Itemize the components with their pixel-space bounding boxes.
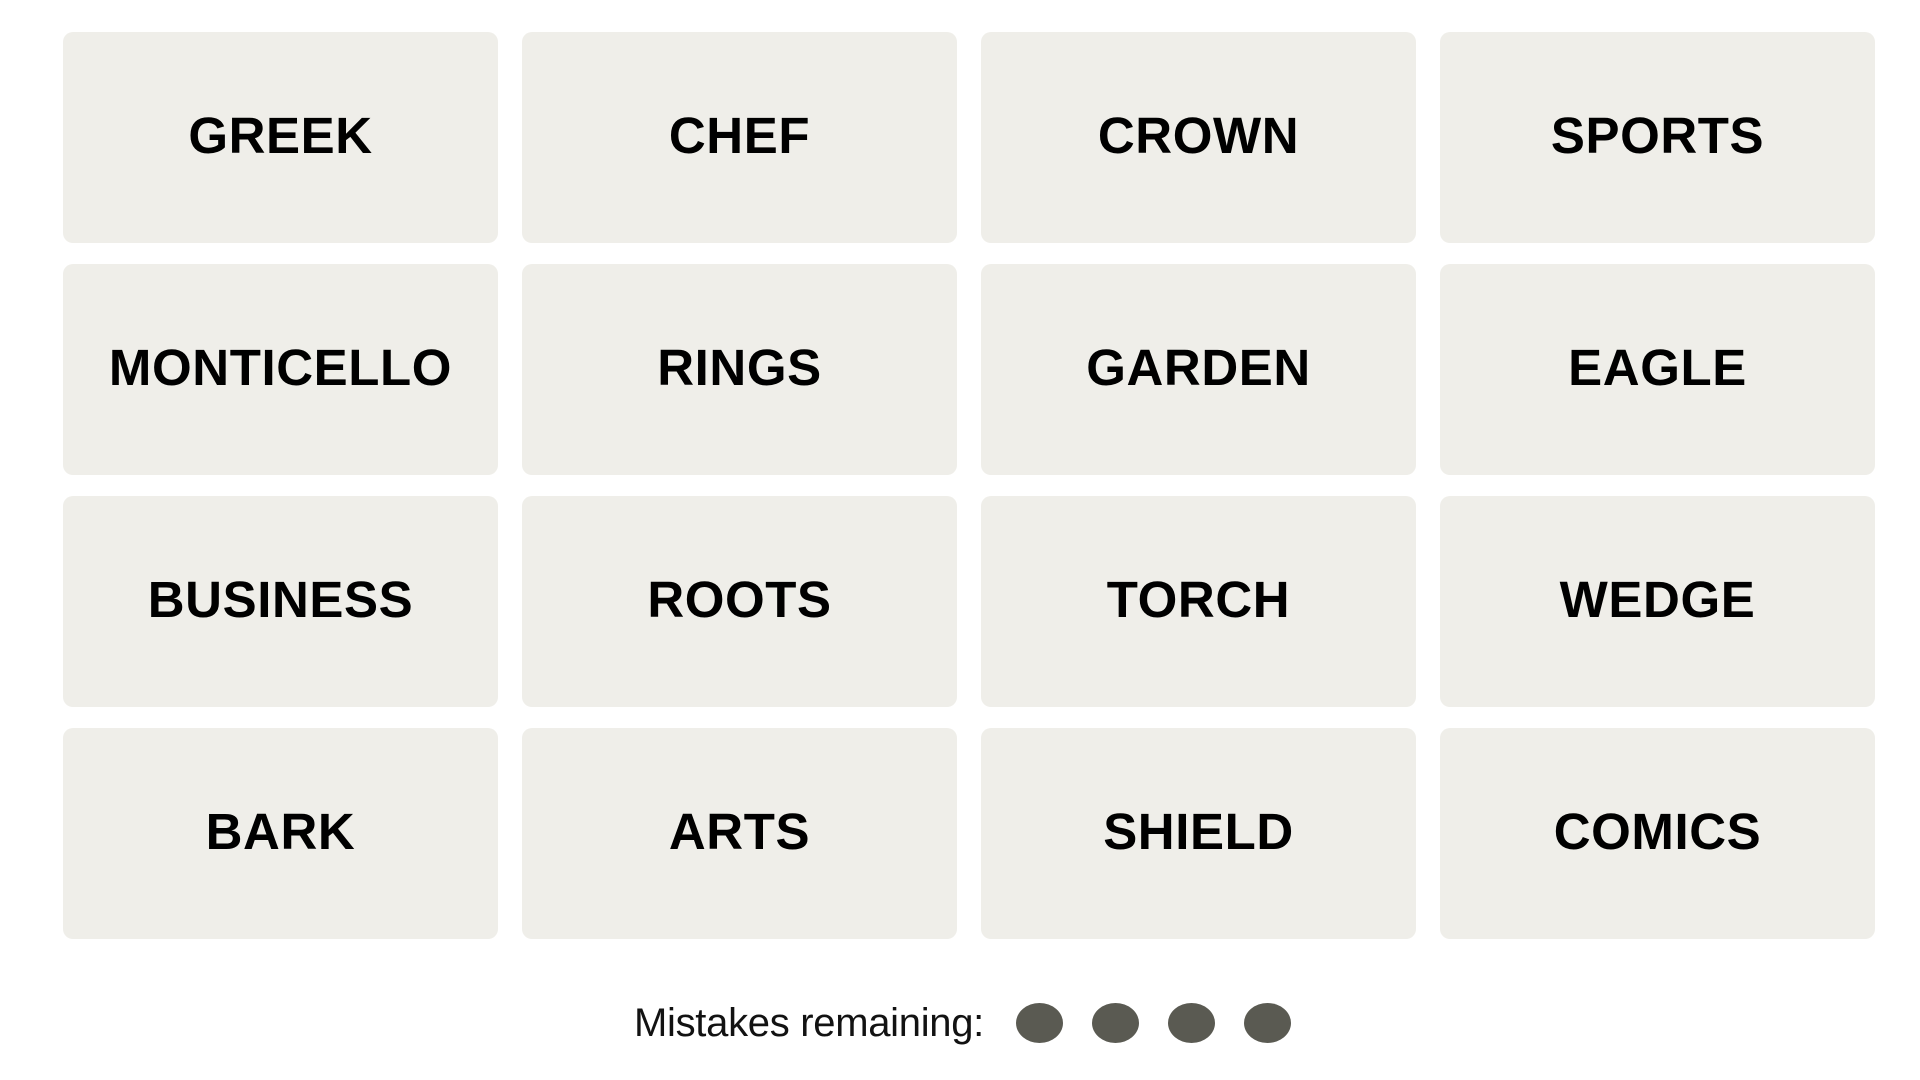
word-tile[interactable]: BUSINESS [63, 496, 498, 707]
word-tile[interactable]: MONTICELLO [63, 264, 498, 475]
word-tile-label: BUSINESS [147, 571, 414, 628]
word-tile[interactable]: BARK [63, 728, 498, 939]
word-tile[interactable]: RINGS [522, 264, 957, 475]
word-tile[interactable]: EAGLE [1440, 264, 1875, 475]
word-tile-label: BARK [205, 803, 356, 860]
word-tile[interactable]: CHEF [522, 32, 957, 243]
word-tile-label: ARTS [668, 803, 811, 860]
word-tile-label: WEDGE [1559, 571, 1756, 628]
mistake-dot-icon [1015, 1003, 1063, 1043]
mistake-dot-icon [1167, 1003, 1215, 1043]
word-grid: GREEK CHEF CROWN SPORTS MONTICELLO RINGS… [63, 32, 1875, 939]
word-tile[interactable]: TORCH [981, 496, 1416, 707]
word-tile[interactable]: GREEK [63, 32, 498, 243]
word-tile-label: GREEK [188, 107, 373, 164]
mistakes-remaining-label: Mistakes remaining: [634, 1000, 984, 1045]
word-tile[interactable]: SPORTS [1440, 32, 1875, 243]
word-tile-label: TORCH [1106, 571, 1291, 628]
word-tile-label: EAGLE [1568, 339, 1747, 396]
mistakes-remaining-indicator: Mistakes remaining: [0, 998, 1920, 1048]
word-tile-label: MONTICELLO [108, 339, 453, 396]
word-tile[interactable]: WEDGE [1440, 496, 1875, 707]
word-tile-label: CROWN [1097, 107, 1300, 164]
word-tile[interactable]: GARDEN [981, 264, 1416, 475]
word-tile-label: GARDEN [1086, 339, 1311, 396]
mistake-dot-icon [1243, 1003, 1291, 1043]
word-tile[interactable]: COMICS [1440, 728, 1875, 939]
mistake-dots [1015, 1003, 1291, 1043]
mistakes-row: Mistakes remaining: [634, 1001, 1291, 1046]
word-tile[interactable]: ROOTS [522, 496, 957, 707]
word-tile-label: COMICS [1553, 803, 1762, 860]
word-tile-label: SHIELD [1103, 803, 1294, 860]
word-tile[interactable]: SHIELD [981, 728, 1416, 939]
word-tile-label: SPORTS [1550, 107, 1765, 164]
mistake-dot-icon [1091, 1003, 1139, 1043]
word-tile-label: RINGS [657, 339, 822, 396]
word-tile-label: ROOTS [647, 571, 832, 628]
word-tile[interactable]: ARTS [522, 728, 957, 939]
word-tile[interactable]: CROWN [981, 32, 1416, 243]
word-tile-label: CHEF [668, 107, 811, 164]
